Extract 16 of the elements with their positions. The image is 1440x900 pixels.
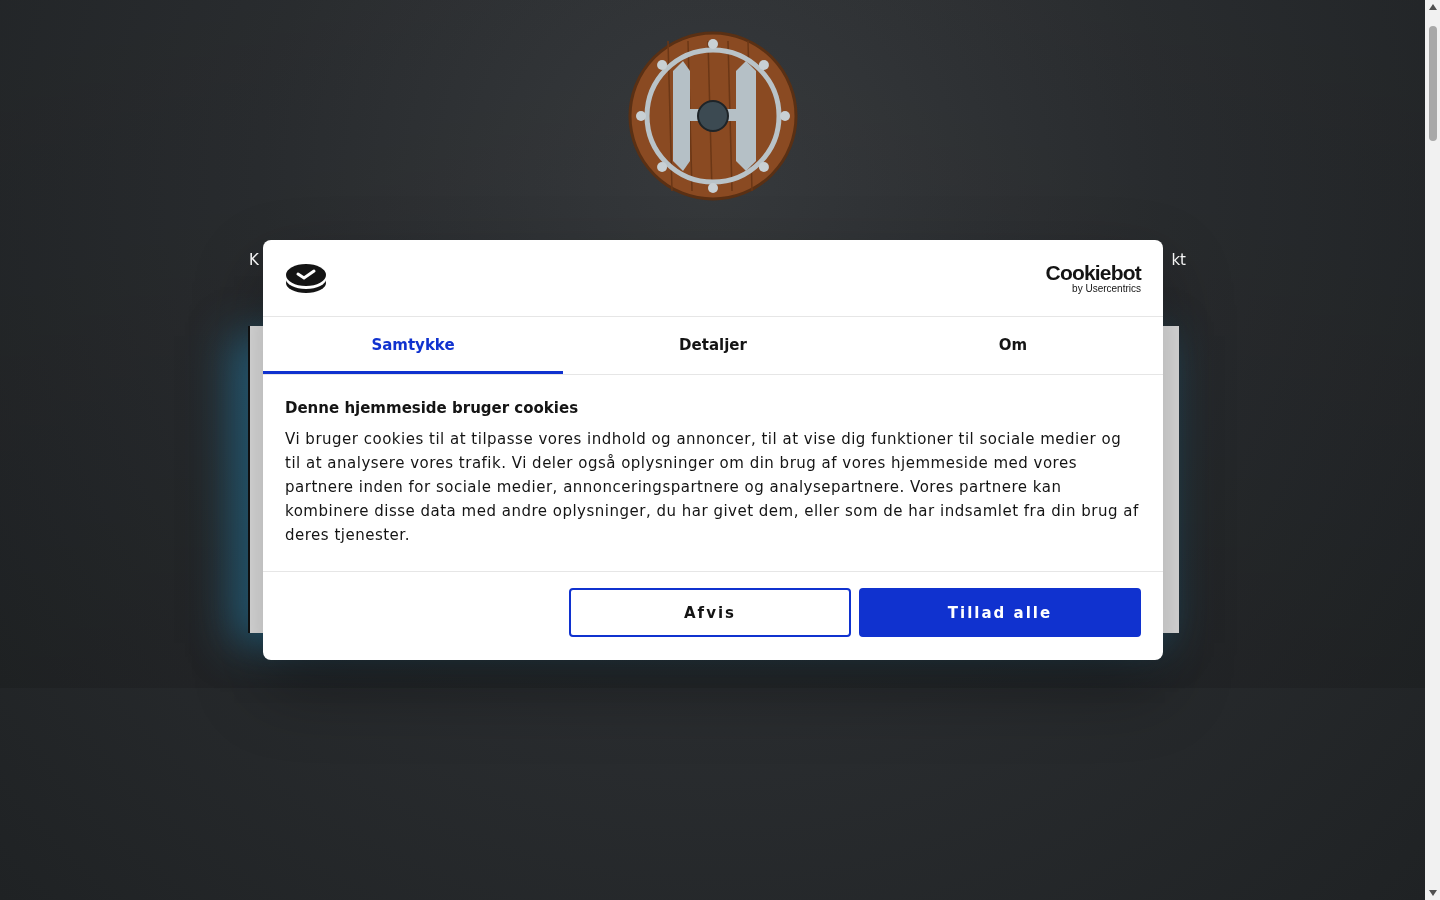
dialog-text: Vi bruger cookies til at tilpasse vores indhold og annoncer, til at vise dig funktioner til sociale medier og til at analysere vores trafik. Vi deler også oplysninger om din brug af vores hjemmeside med vores partnere inden for sociale medier, annonceringspartnere og analysepartnere. Vores partnere kan kombinere disse data med andre oplysninger, du har givet dem, eller som de har indsamlet fra din brug af deres tjenester. [285, 429, 1140, 546]
scroll-up-icon[interactable] [1428, 4, 1437, 10]
cookie-consent-icon [285, 262, 327, 294]
scrollbar-thumb[interactable] [1428, 26, 1437, 141]
allow-all-button[interactable]: Tillad alle [859, 588, 1141, 637]
brand-logo-text: Cookiebot [1045, 262, 1141, 283]
decline-button[interactable]: Afvis [569, 588, 851, 637]
dialog-tab[interactable]: Om [863, 317, 1163, 374]
dialog-tab[interactable]: Detaljer [563, 317, 863, 374]
scroll-down-icon[interactable] [1428, 890, 1437, 896]
dialog-heading: Denne hjemmeside bruger cookies [285, 399, 580, 417]
scrollbar[interactable] [1425, 0, 1440, 900]
nav-link[interactable]: kt [1171, 251, 1186, 269]
dialog-tab[interactable]: Samtykke [263, 317, 563, 374]
nav-link[interactable]: K [249, 251, 259, 269]
brand-byline: by Usercentrics [1072, 282, 1141, 294]
